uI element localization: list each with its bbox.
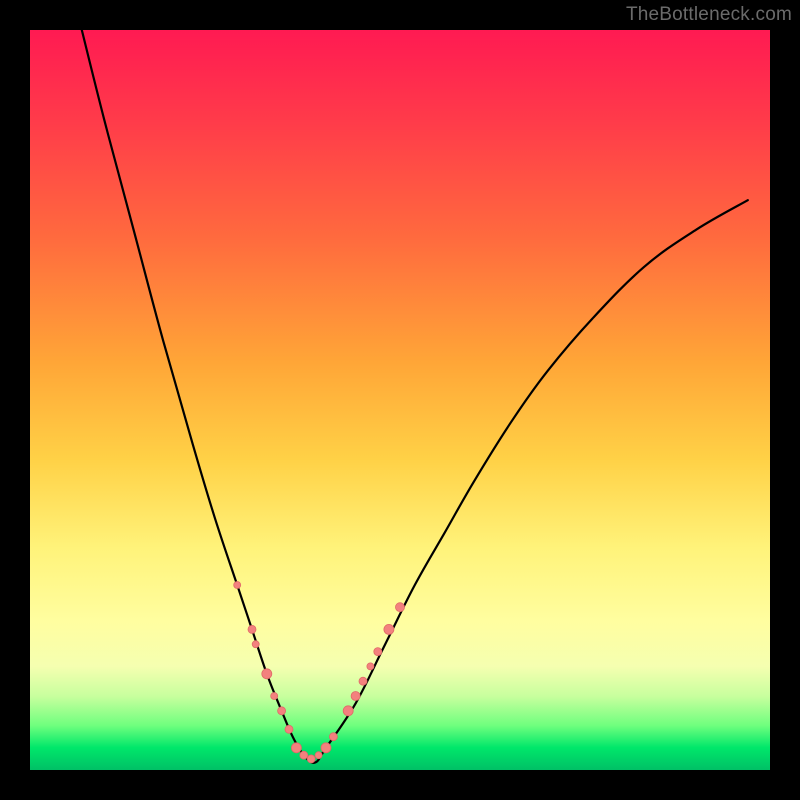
marker-point <box>329 733 337 741</box>
marker-point <box>396 603 405 612</box>
marker-point <box>307 755 315 763</box>
curve-svg <box>30 30 770 770</box>
marker-point <box>367 663 374 670</box>
marker-point <box>321 743 331 753</box>
marker-point <box>248 625 256 633</box>
marker-point <box>315 752 322 759</box>
marker-point <box>262 669 272 679</box>
marker-point <box>285 725 293 733</box>
marker-point <box>343 706 353 716</box>
marker-group <box>234 582 405 763</box>
marker-point <box>291 743 301 753</box>
marker-point <box>359 677 367 685</box>
bottleneck-curve <box>82 30 748 763</box>
marker-point <box>234 582 241 589</box>
marker-point <box>278 707 286 715</box>
marker-point <box>374 648 382 656</box>
marker-point <box>351 692 360 701</box>
marker-point <box>252 641 259 648</box>
marker-point <box>300 751 308 759</box>
chart-frame: TheBottleneck.com <box>0 0 800 800</box>
marker-point <box>384 624 394 634</box>
watermark-text: TheBottleneck.com <box>626 4 792 26</box>
marker-point <box>271 693 278 700</box>
plot-area <box>30 30 770 770</box>
